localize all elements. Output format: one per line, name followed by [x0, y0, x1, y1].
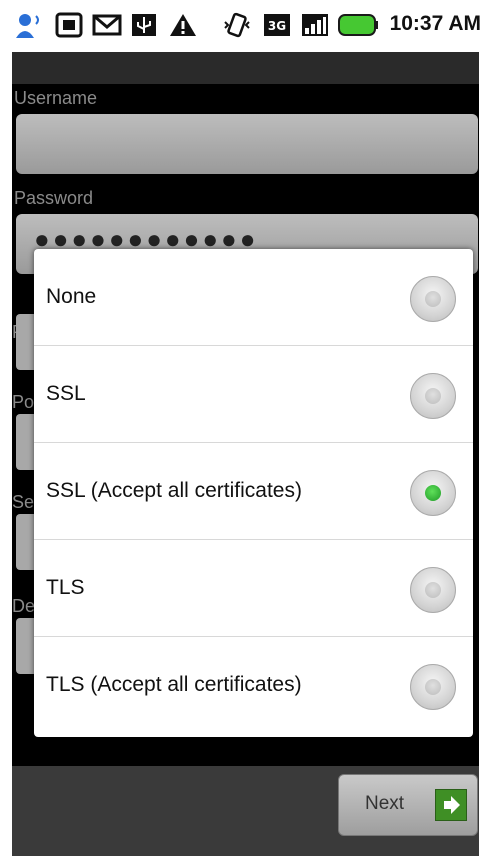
option-tls[interactable]: TLS	[34, 540, 473, 637]
title-strip	[12, 52, 479, 84]
battery-icon	[338, 14, 378, 36]
sd-card-icon	[55, 12, 83, 38]
option-label: SSL (Accept all certificates)	[46, 479, 302, 502]
partial-label-security: Se	[12, 492, 35, 512]
partial-field-port[interactable]	[16, 414, 34, 470]
vibrate-icon	[224, 12, 250, 38]
option-label: SSL	[46, 382, 86, 405]
option-label: TLS	[46, 576, 85, 599]
status-bar: 3G 10:37 AM	[0, 0, 491, 52]
gmail-icon	[92, 14, 122, 36]
option-ssl-accept-all[interactable]: SSL (Accept all certificates)	[34, 443, 473, 540]
radio-button[interactable]	[410, 567, 456, 613]
svg-text:3G: 3G	[268, 19, 286, 33]
radio-indicator	[425, 582, 441, 598]
radio-indicator	[425, 388, 441, 404]
partial-field-security[interactable]	[16, 514, 34, 570]
radio-indicator	[425, 291, 441, 307]
partial-label-delete: De	[12, 596, 36, 616]
radio-indicator	[425, 679, 441, 695]
radio-button[interactable]	[410, 276, 456, 322]
security-type-dialog: None SSL SSL (Accept all certificates) T…	[34, 249, 473, 737]
partial-label-port: Po	[12, 392, 35, 412]
option-label: None	[46, 285, 97, 308]
password-label: Password	[14, 188, 94, 208]
arrow-right-icon	[435, 789, 467, 821]
option-ssl[interactable]: SSL	[34, 346, 473, 443]
partial-field-delete[interactable]	[16, 618, 34, 674]
usb-icon	[132, 14, 156, 36]
next-label: Next	[365, 793, 405, 814]
partial-field-server[interactable]	[16, 314, 34, 370]
radio-indicator	[425, 485, 441, 501]
warning-icon	[170, 14, 196, 36]
3g-icon: 3G	[264, 14, 290, 36]
signal-icon	[302, 14, 328, 36]
clock: 10:37 AM	[389, 12, 481, 35]
option-label: TLS (Accept all certificates)	[46, 673, 302, 696]
option-none[interactable]: None	[34, 249, 473, 346]
bottom-bar: Next	[12, 766, 479, 856]
username-field[interactable]	[16, 114, 478, 174]
username-label: Username	[14, 88, 98, 108]
option-tls-accept-all[interactable]: TLS (Accept all certificates)	[34, 637, 473, 734]
radio-button[interactable]	[410, 664, 456, 710]
radio-button[interactable]	[410, 373, 456, 419]
next-button[interactable]: Next	[338, 774, 478, 836]
person-icon	[16, 14, 39, 38]
radio-button-checked[interactable]	[410, 470, 456, 516]
